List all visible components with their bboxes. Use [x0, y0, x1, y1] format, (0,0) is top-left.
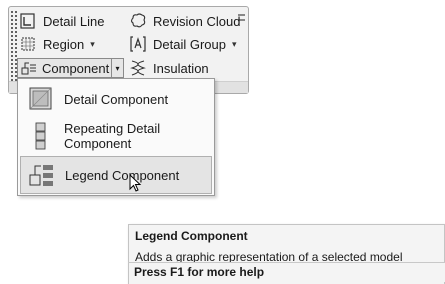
- menu-item-detail-component[interactable]: Detail Component: [20, 80, 212, 118]
- menu-item-label: Legend Component: [65, 167, 180, 183]
- detail-line-icon: [20, 13, 35, 29]
- menu-item-legend-component[interactable]: Legend Component: [20, 156, 212, 194]
- menu-item-label: Detail Component: [64, 91, 169, 107]
- component-label: Component: [42, 60, 110, 76]
- detail-component-icon: [26, 84, 56, 114]
- menu-item-label: Repeating Detail Component: [64, 121, 161, 151]
- region-icon: [21, 37, 35, 51]
- detail-group-icon: [130, 36, 146, 52]
- tooltip-help-text: Press F1 for more help: [134, 265, 265, 279]
- revision-cloud-button[interactable]: Revision Cloud: [129, 11, 240, 31]
- component-dropdown-menu: Detail Component Repeating Detail Compon…: [17, 78, 215, 196]
- region-button[interactable]: Region ▾: [19, 34, 95, 54]
- component-icon: [21, 62, 36, 75]
- region-label: Region: [43, 36, 85, 52]
- region-dropdown-icon[interactable]: ▾: [90, 39, 95, 50]
- insulation-button[interactable]: Insulation: [129, 58, 209, 78]
- detail-line-label: Detail Line: [43, 13, 105, 29]
- component-dropdown-arrow[interactable]: ▾: [111, 59, 123, 77]
- detail-group-dropdown-icon[interactable]: ▾: [232, 39, 237, 50]
- repeating-detail-component-icon: [26, 121, 56, 151]
- detail-group-label: Detail Group: [153, 36, 226, 52]
- insulation-label: Insulation: [153, 60, 209, 76]
- component-split-button[interactable]: Component ▾: [17, 58, 124, 78]
- chevron-down-icon: ▾: [115, 63, 120, 73]
- mouse-pointer-icon: [129, 174, 142, 192]
- revision-cloud-label: Revision Cloud: [153, 13, 241, 29]
- legend-component-icon: [27, 160, 57, 190]
- revision-cloud-icon: [130, 13, 146, 28]
- tooltip-title: Legend Component: [135, 229, 248, 243]
- tooltip-footer: Press F1 for more help: [128, 263, 445, 282]
- insulation-icon: [130, 60, 146, 76]
- detail-group-button[interactable]: Detail Group ▾: [129, 34, 237, 54]
- menu-item-repeating-detail-component[interactable]: Repeating Detail Component: [20, 117, 212, 155]
- detail-line-button[interactable]: Detail Line: [19, 11, 104, 31]
